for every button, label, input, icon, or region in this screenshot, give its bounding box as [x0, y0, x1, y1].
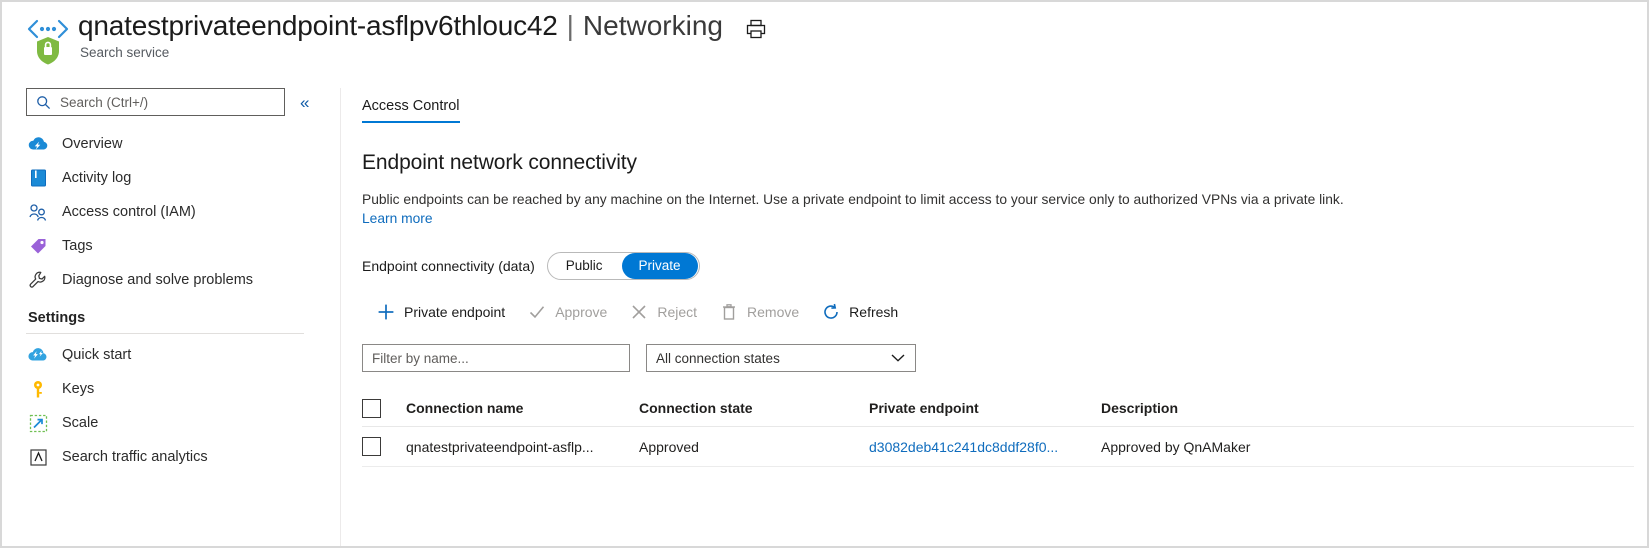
sidebar-item-label: Tags	[62, 238, 93, 254]
sidebar-item-quick-start[interactable]: Quick start	[26, 338, 332, 372]
x-icon	[629, 302, 649, 322]
page-header: qnatestprivateendpoint-asflpv6thlouc42 |…	[26, 10, 767, 68]
select-all-cell	[362, 399, 406, 418]
row-select-cell	[362, 437, 406, 456]
azure-portal-networking-blade: qnatestprivateendpoint-asflpv6thlouc42 |…	[0, 0, 1649, 548]
column-header-description: Description	[1101, 400, 1634, 416]
section-description: Public endpoints can be reached by any m…	[362, 191, 1497, 228]
section-title: Endpoint network connectivity	[362, 151, 1639, 175]
book-icon	[28, 168, 48, 188]
column-header-private-endpoint: Private endpoint	[869, 400, 1101, 416]
toolbar-button-label: Refresh	[849, 304, 898, 320]
cell-connection-state: Approved	[639, 439, 869, 455]
sidebar-item-tags[interactable]: Tags	[26, 229, 332, 263]
cloud-icon	[28, 134, 48, 154]
private-endpoint-connections-table: Connection name Connection state Private…	[362, 390, 1634, 467]
search-box[interactable]	[26, 88, 285, 116]
tab-bar: Access Control	[362, 98, 1639, 123]
analytics-icon	[28, 447, 48, 467]
cell-description: Approved by QnAMaker	[1101, 439, 1634, 455]
chevron-down-icon	[891, 354, 905, 363]
sidebar-item-label: Overview	[62, 136, 122, 152]
wrench-icon	[28, 270, 48, 290]
toolbar-button-label: Approve	[555, 304, 607, 320]
column-header-connection-state: Connection state	[639, 400, 869, 416]
tab-access-control[interactable]: Access Control	[362, 98, 460, 123]
table-row[interactable]: qnatestprivateendpoint-asflp... Approved…	[362, 427, 1634, 467]
sidebar-divider	[26, 333, 304, 334]
check-icon	[527, 302, 547, 322]
connection-state-select[interactable]: All connection states	[646, 344, 916, 372]
private-endpoint-button[interactable]: Private endpoint	[376, 302, 505, 322]
refresh-button[interactable]: Refresh	[821, 302, 898, 322]
column-header-connection-name: Connection name	[406, 400, 639, 416]
table-header-row: Connection name Connection state Private…	[362, 390, 1634, 427]
reject-button[interactable]: Reject	[629, 302, 697, 322]
search-input[interactable]	[58, 94, 263, 111]
blade-name: Networking	[583, 10, 723, 42]
sidebar-item-activity-log[interactable]: Activity log	[26, 161, 332, 195]
remove-button[interactable]: Remove	[719, 302, 799, 322]
toolbar-button-label: Private endpoint	[404, 304, 505, 320]
page-subtitle: Search service	[78, 45, 767, 60]
toolbar-button-label: Reject	[657, 304, 697, 320]
sidebar-item-label: Diagnose and solve problems	[62, 272, 253, 288]
title-separator: |	[567, 10, 574, 42]
cell-private-endpoint-link[interactable]: d3082deb41c241dc8ddf28f0...	[869, 439, 1101, 455]
toggle-option-public[interactable]: Public	[549, 253, 620, 279]
collapse-sidebar-button[interactable]: «	[300, 94, 309, 111]
description-text: Public endpoints can be reached by any m…	[362, 192, 1344, 207]
refresh-icon	[821, 302, 841, 322]
sidebar-item-label: Access control (IAM)	[62, 204, 196, 220]
key-icon	[28, 379, 48, 399]
tag-icon	[28, 236, 48, 256]
sidebar-item-label: Scale	[62, 415, 98, 431]
learn-more-link[interactable]: Learn more	[362, 211, 433, 226]
plus-icon	[376, 302, 396, 322]
command-toolbar: Private endpoint Approve Reject	[376, 302, 1639, 322]
connection-state-selected-value: All connection states	[647, 351, 780, 366]
search-icon	[36, 95, 51, 110]
endpoint-connectivity-row: Endpoint connectivity (data) Public Priv…	[362, 252, 1639, 280]
page-title: qnatestprivateendpoint-asflpv6thlouc42 |…	[78, 10, 767, 42]
sidebar-item-overview[interactable]: Overview	[26, 127, 332, 161]
sidebar: « Overview	[26, 88, 332, 474]
select-all-checkbox[interactable]	[362, 399, 381, 418]
people-icon	[28, 202, 48, 222]
sidebar-item-scale[interactable]: Scale	[26, 406, 332, 440]
header-text-block: qnatestprivateendpoint-asflpv6thlouc42 |…	[78, 10, 767, 60]
sidebar-item-label: Search traffic analytics	[62, 449, 208, 465]
sidebar-search-row: «	[26, 88, 332, 116]
sidebar-item-diagnose[interactable]: Diagnose and solve problems	[26, 263, 332, 297]
sidebar-nav-list: Overview Activity log	[26, 127, 332, 474]
cell-connection-name: qnatestprivateendpoint-asflp...	[406, 439, 639, 455]
sidebar-item-search-traffic-analytics[interactable]: Search traffic analytics	[26, 440, 332, 474]
endpoint-connectivity-toggle[interactable]: Public Private	[547, 252, 700, 280]
print-icon[interactable]	[745, 18, 767, 40]
cognitive-search-icon	[26, 16, 70, 68]
trash-icon	[719, 302, 739, 322]
scale-icon	[28, 413, 48, 433]
content-separator	[340, 88, 341, 548]
sidebar-item-label: Keys	[62, 381, 94, 397]
sidebar-item-keys[interactable]: Keys	[26, 372, 332, 406]
endpoint-connectivity-label: Endpoint connectivity (data)	[362, 258, 535, 274]
approve-button[interactable]: Approve	[527, 302, 607, 322]
toggle-option-private[interactable]: Private	[622, 253, 698, 279]
quickstart-cloud-icon	[28, 345, 48, 365]
row-checkbox[interactable]	[362, 437, 381, 456]
toolbar-button-label: Remove	[747, 304, 799, 320]
sidebar-item-access-control[interactable]: Access control (IAM)	[26, 195, 332, 229]
sidebar-section-settings: Settings	[26, 310, 332, 326]
resource-name: qnatestprivateendpoint-asflpv6thlouc42	[78, 10, 558, 42]
sidebar-item-label: Activity log	[62, 170, 131, 186]
main-content: Access Control Endpoint network connecti…	[362, 98, 1639, 467]
sidebar-item-label: Quick start	[62, 347, 131, 363]
filter-bar: All connection states	[362, 344, 1639, 372]
filter-by-name-input[interactable]	[362, 344, 630, 372]
